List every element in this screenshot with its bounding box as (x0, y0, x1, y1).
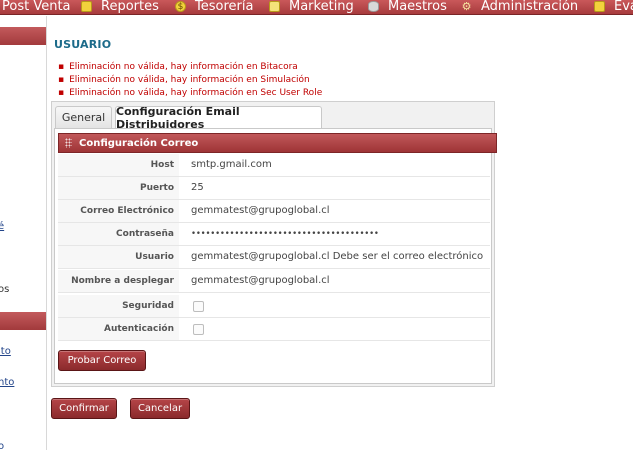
error-message: Eliminación no válida, hay información e… (58, 87, 322, 100)
menu-item-reportes[interactable]: Reportes (81, 0, 159, 14)
cancel-button[interactable]: Cancelar (130, 398, 190, 419)
test-email-button-label: Probar Correo (67, 355, 137, 366)
menu-label-tesoreria: Tesorería (195, 0, 254, 14)
page-title: Usuario (54, 38, 112, 51)
puerto-label: Puerto (58, 177, 179, 199)
tab-general-label: General (61, 111, 106, 124)
menu-item-eva[interactable]: Eva (594, 0, 633, 14)
confirm-button-label: Confirmar (59, 403, 109, 414)
sidebar-link-3[interactable]: nto (0, 377, 14, 388)
database-icon (368, 0, 379, 12)
field-row-correo: Correo Electrónico gemmatest@grupoglobal… (58, 200, 490, 223)
error-list: Eliminación no válida, hay información e… (58, 61, 322, 100)
evaluation-icon (594, 0, 605, 12)
field-row-puerto: Puerto 25 (58, 177, 490, 200)
seguridad-checkbox[interactable] (193, 300, 204, 312)
report-icon (81, 0, 92, 12)
grip-icon (65, 138, 72, 148)
password-field[interactable]: ••••••••••••••••••••••••••••••••••••••• (179, 223, 490, 245)
main-menu-bar: Post Venta Reportes $ Tesorería Marketin… (0, 0, 633, 15)
error-message: Eliminación no válida, hay información e… (58, 74, 322, 87)
menu-label-maestros: Maestros (388, 0, 447, 14)
field-row-contrasena: Contraseña •••••••••••••••••••••••••••••… (58, 223, 490, 246)
field-row-host: Host smtp.gmail.com (58, 154, 490, 177)
field-row-autenticacion: Autenticación (58, 318, 490, 341)
sidebar-text-1: os (0, 284, 10, 295)
left-sidebar: é os ito nto o (0, 16, 47, 450)
contrasena-label: Contraseña (58, 223, 179, 245)
gears-icon: ⚙ (461, 0, 472, 13)
tab-general[interactable]: General (55, 106, 112, 128)
cancel-button-label: Cancelar (137, 403, 183, 414)
sidebar-section-header (0, 27, 46, 45)
field-row-seguridad: Seguridad (58, 295, 490, 318)
note-icon (269, 0, 280, 12)
tab-content: Configuración Correo Host smtp.gmail.com… (54, 128, 497, 384)
puerto-field[interactable]: 25 (179, 177, 490, 199)
host-label: Host (58, 154, 179, 176)
field-row-nombre: Nombre a desplegar gemmatest@grupoglobal… (58, 270, 490, 293)
menu-label-post-venta: Post Venta (2, 0, 71, 14)
coin-icon: $ (175, 0, 186, 12)
menu-label-eva: Eva (614, 0, 633, 14)
autenticacion-label: Autenticación (58, 318, 179, 340)
email-field[interactable]: gemmatest@grupoglobal.cl (179, 200, 490, 222)
menu-label-administracion: Administración (481, 0, 579, 14)
field-row-usuario: Usuario gemmatest@grupoglobal.cl Debe se… (58, 246, 490, 269)
tab-email-distribuidores[interactable]: Configuración Email Distribuidores (115, 105, 322, 131)
confirm-button[interactable]: Confirmar (51, 398, 117, 419)
autenticacion-checkbox[interactable] (193, 323, 204, 335)
section-title: Configuración Correo (79, 137, 199, 149)
menu-item-post-venta[interactable]: Post Venta (2, 0, 71, 14)
sidebar-link-1[interactable]: é (0, 221, 4, 232)
sidebar-section-header-2 (0, 312, 46, 330)
host-field[interactable]: smtp.gmail.com (179, 154, 490, 176)
section-header-configuracion-correo: Configuración Correo (58, 133, 497, 153)
menu-label-marketing: Marketing (289, 0, 354, 14)
menu-item-marketing[interactable]: Marketing (269, 0, 354, 14)
sidebar-link-2[interactable]: ito (0, 346, 11, 357)
usuario-field[interactable]: gemmatest@grupoglobal.cl Debe ser el cor… (179, 246, 490, 268)
usuario-label: Usuario (58, 246, 179, 268)
nombre-label: Nombre a desplegar (58, 270, 179, 292)
test-email-button[interactable]: Probar Correo (58, 350, 146, 371)
menu-item-maestros[interactable]: Maestros (368, 0, 447, 14)
correo-label: Correo Electrónico (58, 200, 179, 222)
sidebar-link-4[interactable]: o (0, 441, 4, 450)
error-message: Eliminación no válida, hay información e… (58, 61, 322, 74)
menu-label-reportes: Reportes (101, 0, 159, 14)
menu-item-tesoreria[interactable]: $ Tesorería (175, 0, 254, 14)
display-name-field[interactable]: gemmatest@grupoglobal.cl (179, 270, 490, 292)
user-edit-panel: General Configuración Email Distribuidor… (51, 101, 497, 387)
seguridad-label: Seguridad (58, 295, 179, 317)
menu-item-administracion[interactable]: ⚙ Administración (461, 0, 579, 14)
